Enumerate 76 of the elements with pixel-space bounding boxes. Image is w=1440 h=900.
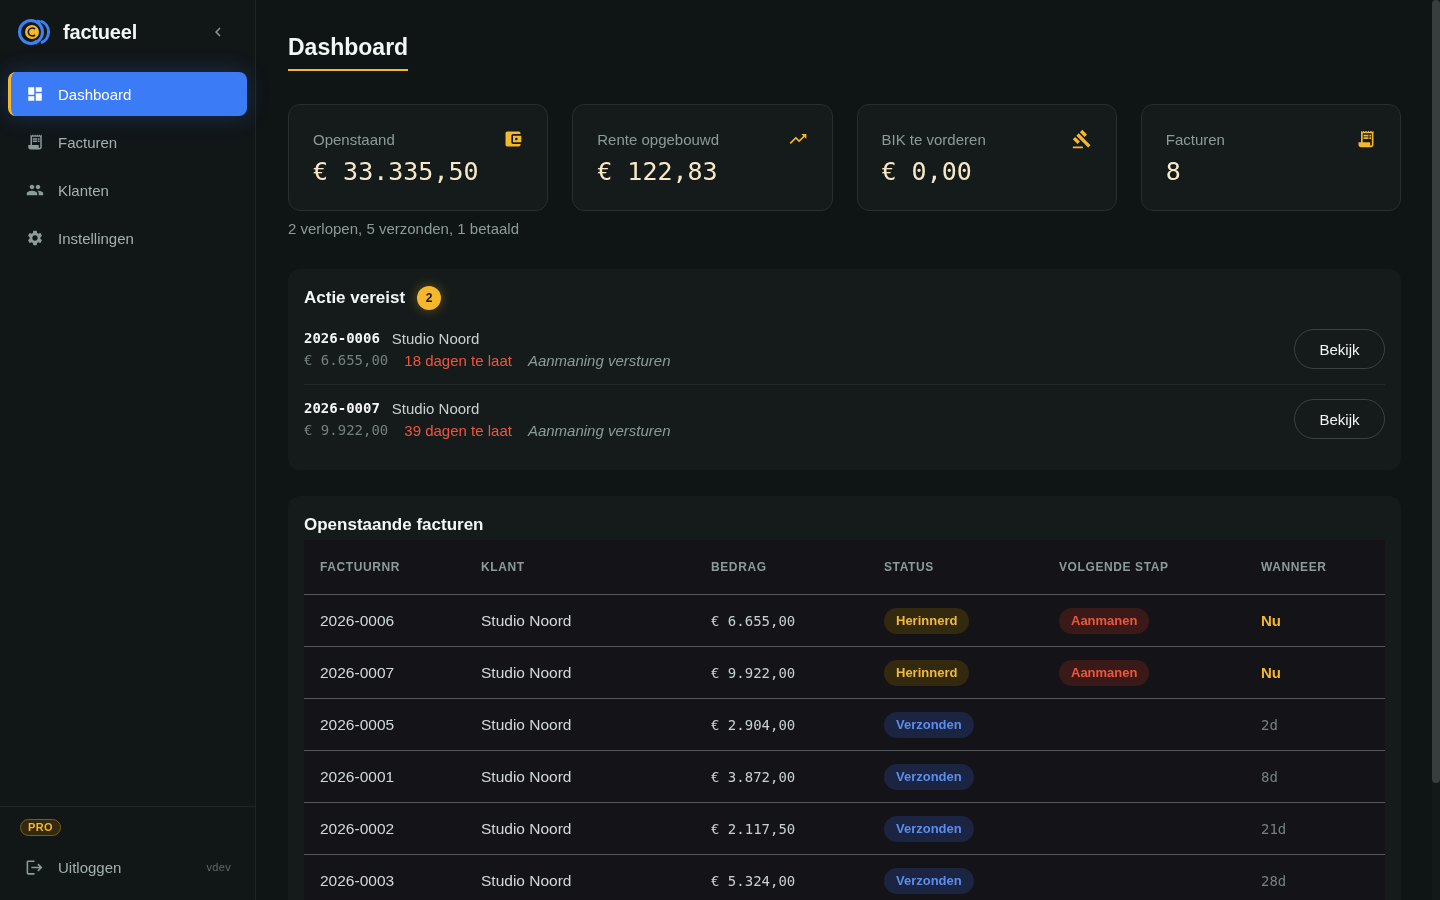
status-badge: Verzonden bbox=[884, 763, 974, 790]
receipt-icon bbox=[1356, 129, 1376, 149]
status-badge: Verzonden bbox=[884, 711, 974, 738]
stat-value: € 0,00 bbox=[881, 157, 972, 187]
table-cell: 2026-0001 bbox=[320, 767, 395, 786]
table-cell: Nu bbox=[1261, 612, 1281, 629]
status-badge: Verzonden bbox=[884, 815, 974, 842]
column-header: STATUS bbox=[884, 560, 934, 574]
stat-label: BIK te vorderen bbox=[881, 130, 986, 148]
table-cell: € 3.872,00 bbox=[711, 768, 796, 785]
column-header: BEDRAG bbox=[711, 560, 767, 574]
nav-item[interactable]: Klanten bbox=[8, 168, 247, 212]
action-hint: Aanmaning versturen bbox=[527, 351, 671, 369]
stat-label: Facturen bbox=[1165, 130, 1225, 148]
nav-item[interactable]: Facturen bbox=[8, 120, 247, 164]
table-cell: Studio Noord bbox=[481, 715, 572, 734]
overdue-text: 39 dagen te laat bbox=[404, 421, 512, 439]
panel-title: Openstaande facturen bbox=[304, 514, 484, 536]
invoice-number: 2026-0006 bbox=[304, 330, 380, 346]
table-cell: € 2.904,00 bbox=[711, 716, 796, 733]
page-title: Dashboard bbox=[288, 33, 409, 71]
version-text: vdev bbox=[206, 861, 231, 873]
stat-label: Openstaand bbox=[313, 130, 395, 148]
wallet-icon bbox=[503, 129, 524, 149]
invoice-number: 2026-0007 bbox=[304, 400, 380, 416]
stat-value: 8 bbox=[1165, 157, 1181, 187]
next-step-badge: Aanmanen bbox=[1059, 607, 1150, 634]
table-cell: € 2.117,50 bbox=[711, 820, 796, 837]
column-header: WANNEER bbox=[1261, 560, 1327, 574]
stat-value: € 122,83 bbox=[597, 157, 718, 187]
plan-badge: PRO bbox=[20, 819, 62, 836]
table-cell: 28d bbox=[1261, 872, 1287, 889]
table-cell: 21d bbox=[1261, 820, 1287, 837]
client-name: Studio Noord bbox=[391, 399, 480, 417]
action-hint: Aanmaning versturen bbox=[527, 421, 671, 439]
table-cell: Studio Noord bbox=[481, 871, 572, 890]
table-cell: 2026-0003 bbox=[320, 871, 395, 890]
status-badge: Herinnerd bbox=[884, 607, 970, 634]
table-cell: Studio Noord bbox=[481, 663, 572, 682]
client-name: Studio Noord bbox=[391, 329, 480, 347]
table-cell: € 6.655,00 bbox=[711, 612, 796, 629]
table-cell: 2026-0005 bbox=[320, 715, 395, 734]
logout-button[interactable]: Uitloggen bbox=[20, 857, 122, 877]
table-cell: 2d bbox=[1261, 716, 1278, 733]
table-cell: Nu bbox=[1261, 664, 1281, 681]
stat-value: € 33.335,50 bbox=[313, 157, 479, 187]
column-header: KLANT bbox=[481, 560, 525, 574]
table-cell: Studio Noord bbox=[481, 611, 572, 630]
count-badge: 2 bbox=[417, 286, 442, 310]
logout-icon bbox=[25, 857, 44, 877]
panel-title: Actie vereist bbox=[304, 287, 406, 309]
brand-name: factueel bbox=[63, 20, 137, 44]
table-cell: 2026-0006 bbox=[320, 611, 395, 630]
summary-text: 2 verlopen, 5 verzonden, 1 betaald bbox=[288, 219, 519, 239]
column-header: VOLGENDE STAP bbox=[1059, 560, 1169, 574]
stat-label: Rente opgebouwd bbox=[597, 130, 719, 148]
invoice-amount: € 9.922,00 bbox=[304, 422, 389, 438]
table-cell: Studio Noord bbox=[481, 819, 572, 838]
table-cell: 2026-0007 bbox=[320, 663, 395, 682]
status-badge: Herinnerd bbox=[884, 659, 970, 686]
receipt-icon bbox=[26, 133, 44, 151]
settings-icon bbox=[26, 229, 44, 247]
table-cell: 2026-0002 bbox=[320, 819, 395, 838]
invoice-amount: € 6.655,00 bbox=[304, 352, 389, 368]
nav-item[interactable]: Dashboard bbox=[8, 72, 247, 116]
table-cell: € 9.922,00 bbox=[711, 664, 796, 681]
column-header: FACTUURNR bbox=[320, 560, 401, 574]
table-cell: Studio Noord bbox=[481, 767, 572, 786]
status-badge: Verzonden bbox=[884, 867, 974, 894]
next-step-badge: Aanmanen bbox=[1059, 659, 1150, 686]
nav-item[interactable]: Instellingen bbox=[8, 216, 247, 260]
table-cell: € 5.324,00 bbox=[711, 872, 796, 889]
table-cell: 8d bbox=[1261, 768, 1278, 785]
gavel-icon bbox=[1071, 129, 1092, 149]
overdue-text: 18 dagen te laat bbox=[404, 351, 512, 369]
dashboard-icon bbox=[26, 85, 44, 103]
